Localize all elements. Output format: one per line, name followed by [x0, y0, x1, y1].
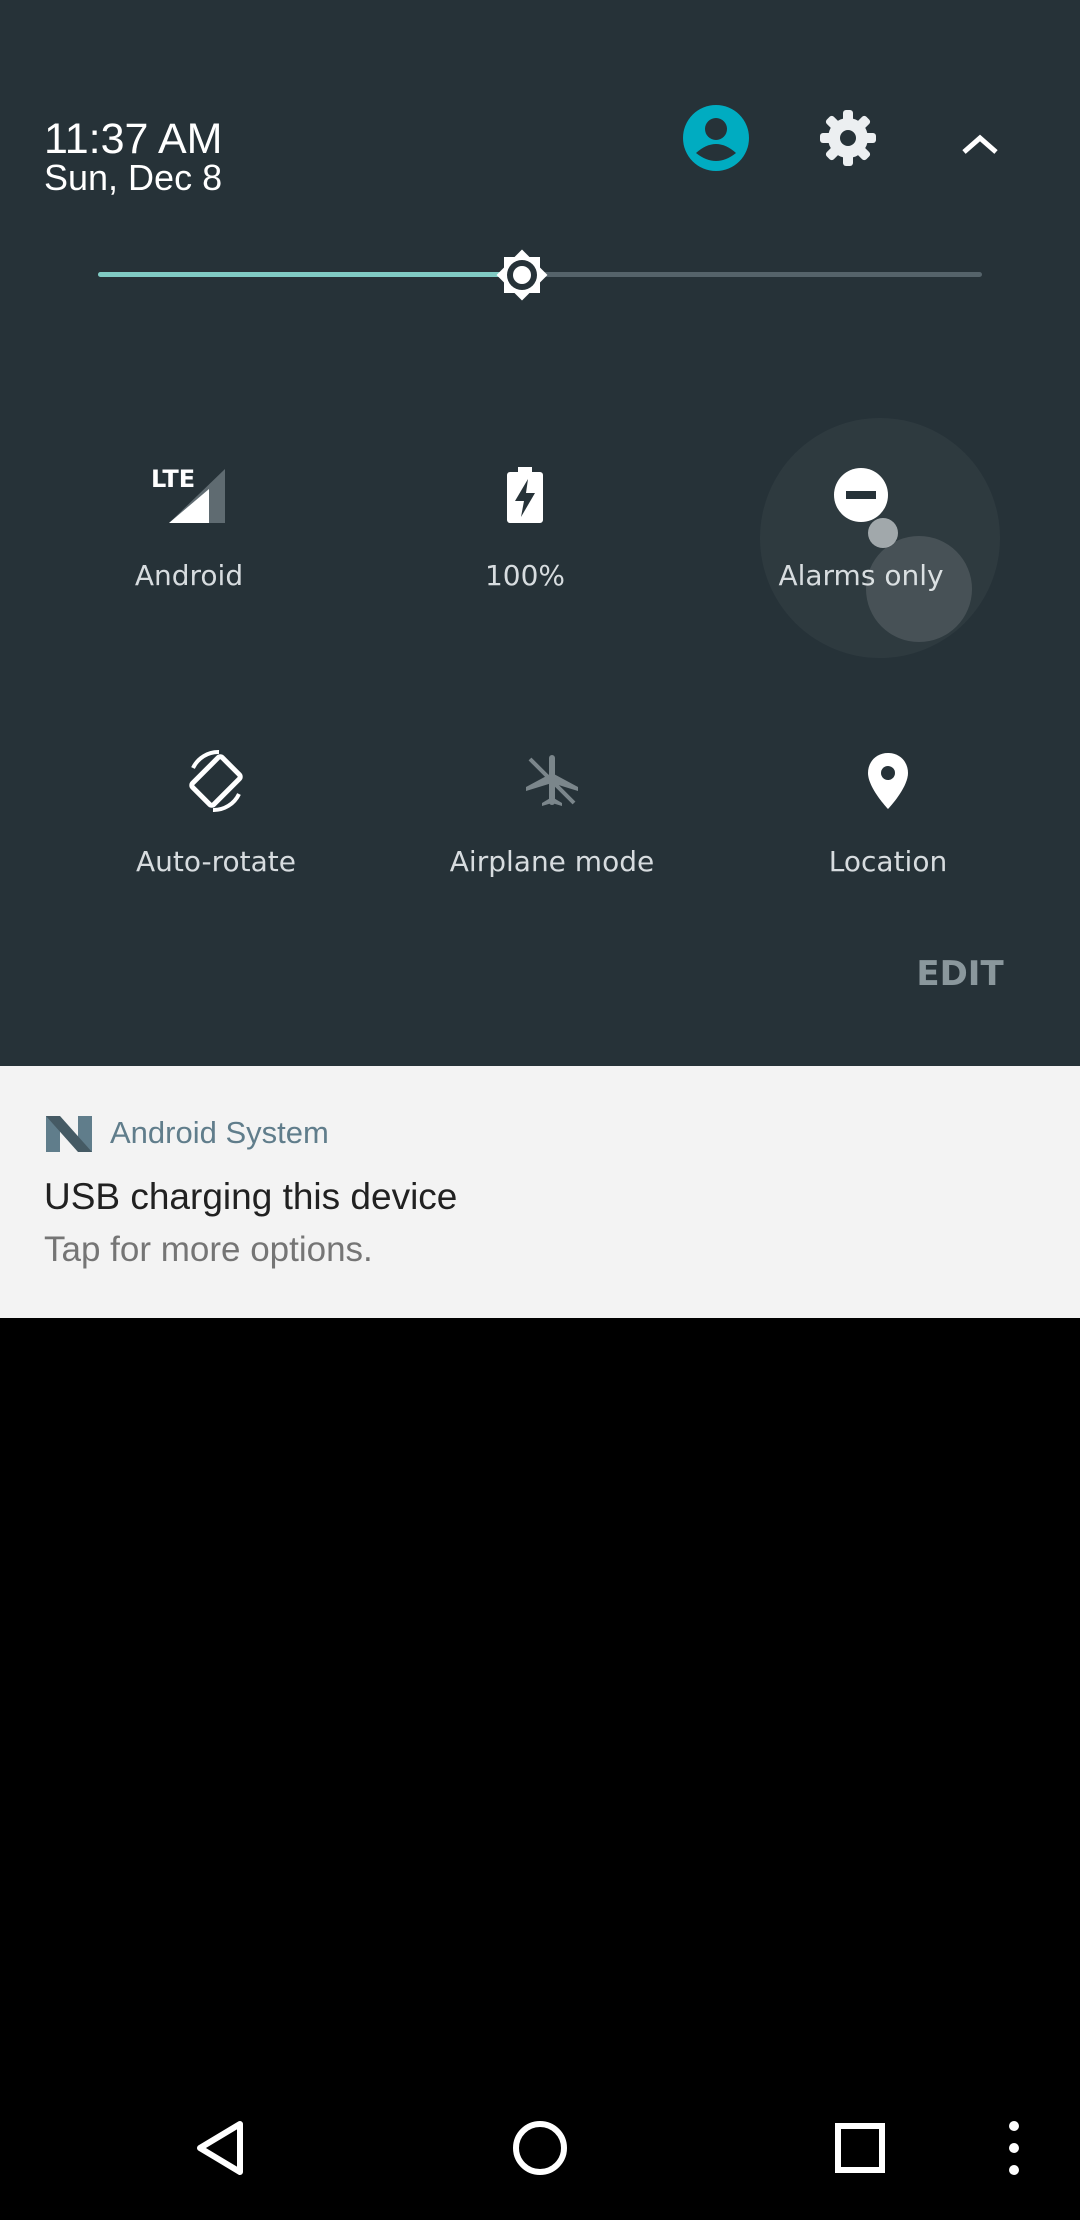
settings-button[interactable]: [808, 98, 888, 178]
navigation-bar: [0, 2076, 1080, 2220]
notification-card[interactable]: Android System USB charging this device …: [0, 1066, 1080, 1318]
overflow-menu-icon: [1009, 2121, 1019, 2175]
home-button[interactable]: [480, 2088, 600, 2208]
notification-text: Tap for more options.: [44, 1230, 373, 1269]
location-pin-icon: [738, 736, 1038, 826]
touch-ripple: [866, 536, 972, 642]
tile-label: Android: [134, 559, 244, 592]
notification-app-name: Android System: [110, 1115, 329, 1150]
home-circle-icon: [513, 2121, 567, 2175]
notification-title: USB charging this device: [44, 1176, 458, 1217]
chevron-up-icon: [962, 134, 998, 154]
back-triangle-icon: [197, 2121, 243, 2175]
brightness-slider[interactable]: [90, 220, 990, 330]
brightness-icon: [496, 249, 548, 301]
tile-battery[interactable]: 100%: [375, 450, 675, 650]
do-not-disturb-icon: [711, 450, 1011, 540]
back-button[interactable]: [160, 2088, 280, 2208]
lte-signal-icon: LTE: [39, 450, 339, 540]
tile-label: 100%: [484, 559, 566, 592]
collapse-panel-button[interactable]: [940, 104, 1020, 184]
tile-auto-rotate[interactable]: Auto-rotate: [66, 736, 366, 936]
brightness-thumb[interactable]: [486, 239, 558, 311]
recents-square-icon: [835, 2123, 885, 2173]
tile-cellular[interactable]: LTE Android: [39, 450, 339, 650]
tile-label: Auto-rotate: [135, 845, 296, 878]
auto-rotate-icon: [66, 736, 366, 826]
android-n-icon: [46, 1116, 92, 1152]
edit-tiles-button[interactable]: EDIT: [900, 944, 1020, 1004]
user-switch-button[interactable]: [676, 98, 756, 178]
quick-settings-panel: 11:37 AM Sun, Dec 8 LTE Android 100% Ala…: [0, 0, 1080, 1066]
tile-do-not-disturb[interactable]: Alarms only: [711, 450, 1011, 650]
svg-text:LTE: LTE: [151, 465, 195, 493]
tile-location[interactable]: Location: [738, 736, 1038, 936]
airplane-icon: [402, 736, 702, 826]
tile-label: Airplane mode: [449, 845, 655, 878]
touch-indicator: [868, 518, 898, 548]
tile-label: Location: [828, 845, 948, 878]
overflow-menu-button[interactable]: [964, 2088, 1064, 2208]
battery-charging-icon: [375, 450, 675, 540]
gear-icon: [820, 110, 876, 166]
recents-button[interactable]: [800, 2088, 920, 2208]
tile-airplane-mode[interactable]: Airplane mode: [402, 736, 702, 936]
clock-date[interactable]: Sun, Dec 8: [44, 156, 222, 200]
brightness-fill: [98, 272, 523, 277]
account-circle-icon: [683, 105, 749, 171]
